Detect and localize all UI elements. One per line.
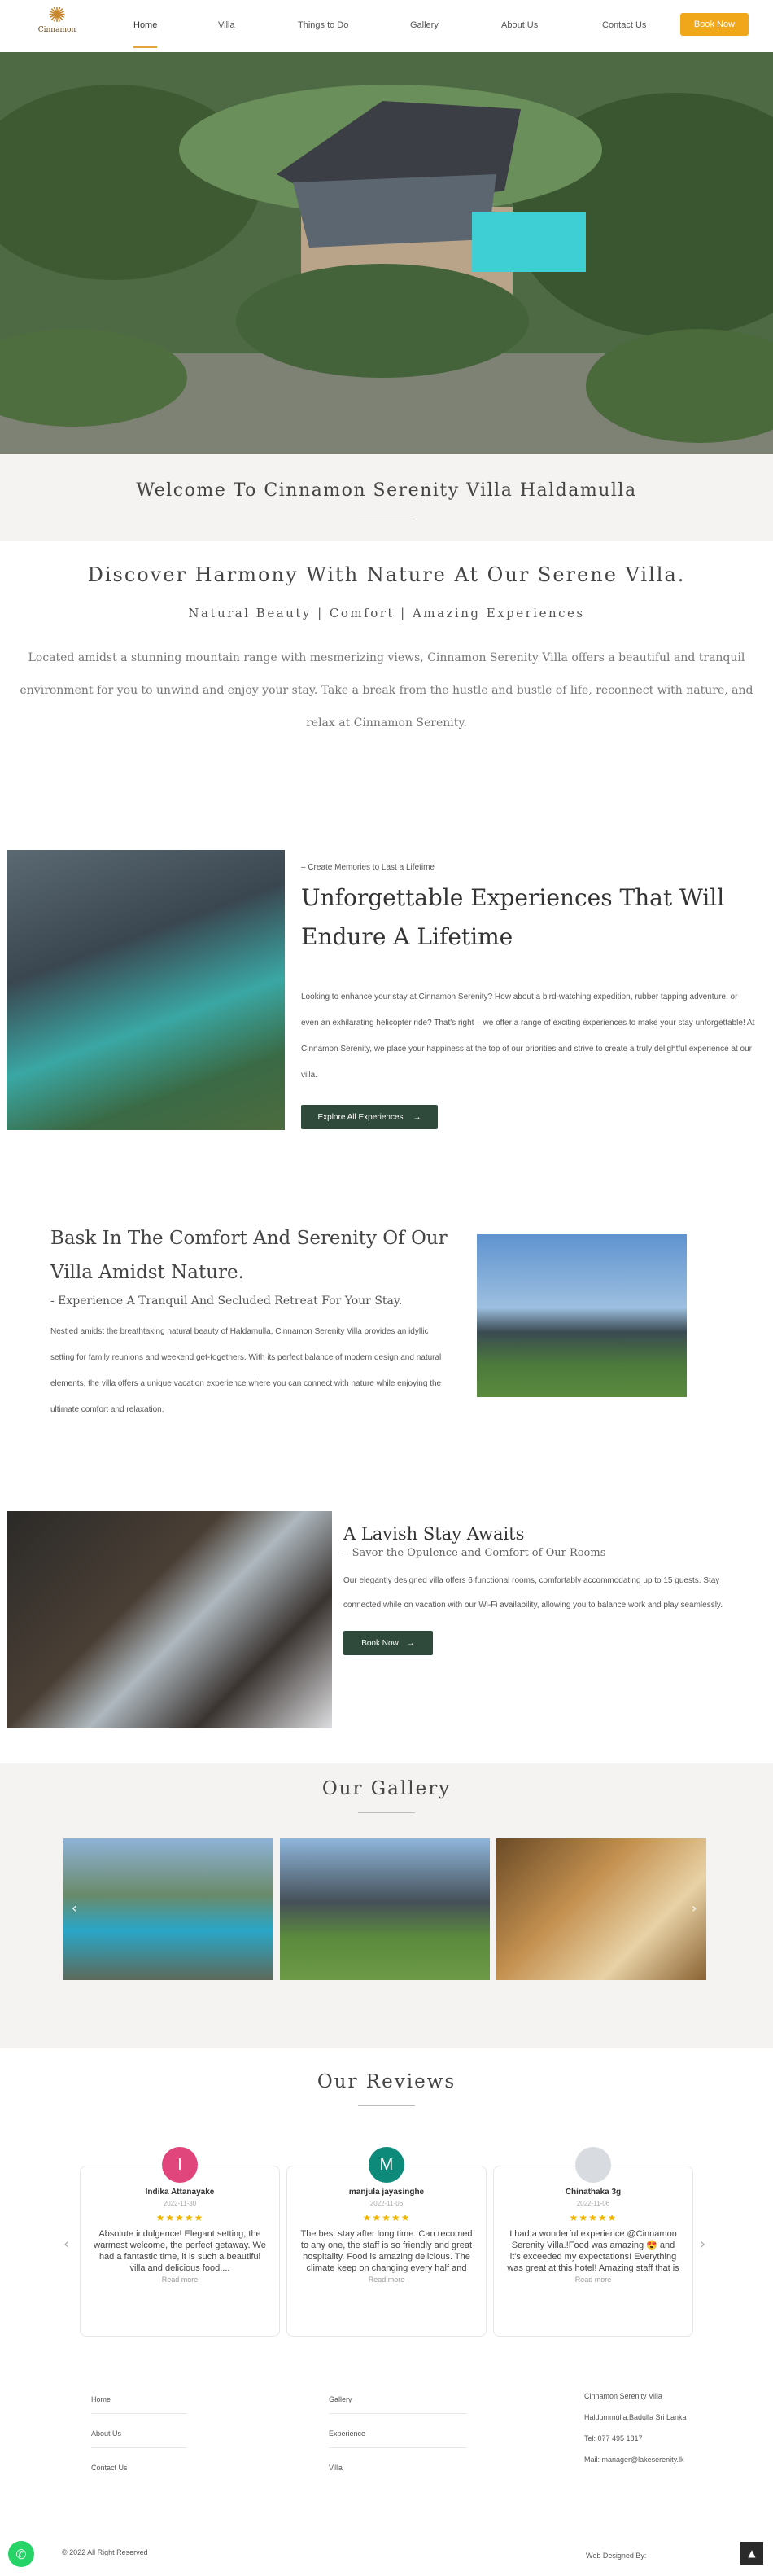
lavish-paragraph: Our elegantly designed villa offers 6 fu… (343, 1576, 723, 1610)
rating-stars: ★★★★★ (569, 2212, 618, 2223)
review-date: 2022-11-06 (369, 2200, 404, 2207)
divider (329, 2447, 467, 2448)
reviewer-name: manjula jayasinghe (348, 2188, 425, 2197)
nav-item-things-to-do[interactable]: Things to Do (298, 20, 348, 30)
nav-item-villa[interactable]: Villa (218, 20, 235, 30)
review-card: Chinathaka 3g 2022-11-06 ★★★★★ I had a w… (493, 2147, 693, 2337)
reviews-title: Our Reviews (317, 2071, 456, 2092)
divider (358, 2105, 415, 2106)
review-text: The best stay after long time. Can recom… (300, 2229, 473, 2273)
divider (329, 2413, 467, 2414)
hero-villa-aerial-image (0, 52, 773, 454)
lavish-block: A Lavish Stay Awaits – Savor the Opulenc… (343, 1524, 758, 1655)
book-now-button[interactable]: Book Now (680, 13, 749, 36)
footer-link-villa[interactable]: Villa (329, 2464, 343, 2472)
footer-link-home[interactable]: Home (91, 2395, 111, 2403)
intro-subheading: Natural Beauty | Comfort | Amazing Exper… (188, 606, 585, 620)
bask-heading: Bask In The Comfort And Serenity Of Our … (50, 1228, 448, 1283)
experiences-heading: Unforgettable Experiences That Will Endu… (301, 884, 725, 950)
read-more-link[interactable]: Read more (494, 2276, 692, 2284)
read-more-link[interactable]: Read more (287, 2276, 486, 2284)
reviewer-avatar: M (369, 2147, 404, 2183)
whatsapp-icon[interactable]: ✆ (8, 2541, 34, 2567)
reviewer-avatar: I (162, 2147, 198, 2183)
lavish-book-now-button[interactable]: Book Now → (343, 1631, 433, 1655)
experiences-kicker: – Create Memories to Last a Lifetime (301, 863, 435, 872)
site-logo[interactable]: ✺ Cinnamon (36, 5, 78, 35)
top-navbar: ✺ Cinnamon Home Villa Things to Do Galle… (0, 0, 773, 52)
footer: Home About Us Contact Us Gallery Experie… (0, 2358, 773, 2576)
experiences-paragraph: Looking to enhance your stay at Cinnamon… (301, 992, 755, 1080)
review-card: M manjula jayasinghe 2022-11-06 ★★★★★ Th… (286, 2147, 487, 2337)
explore-button-label: Explore All Experiences (317, 1112, 404, 1122)
review-date: 2022-11-06 (576, 2200, 610, 2207)
gallery-image-villa[interactable] (280, 1838, 490, 1980)
bedroom-image (7, 1511, 332, 1728)
read-more-link[interactable]: Read more (81, 2276, 279, 2284)
divider (91, 2413, 187, 2414)
footer-link-experience[interactable]: Experience (329, 2429, 365, 2438)
lavish-book-now-label: Book Now (361, 1638, 399, 1648)
reviews-section: Our Reviews I Indika Attanayake 2022-11-… (0, 2048, 773, 2358)
welcome-band: Welcome To Cinnamon Serenity Villa Halda… (0, 454, 773, 541)
footer-link-contact-us[interactable]: Contact Us (91, 2464, 128, 2472)
review-date: 2022-11-30 (163, 2200, 197, 2207)
reviewer-avatar (575, 2147, 611, 2183)
logo-text: Cinnamon (37, 26, 76, 34)
intro-section: Discover Harmony With Nature At Our Sere… (0, 541, 773, 739)
web-designer-credit: Web Designed By: (586, 2552, 647, 2560)
review-card: I Indika Attanayake 2022-11-30 ★★★★★ Abs… (80, 2147, 280, 2337)
nav-item-gallery[interactable]: Gallery (410, 20, 439, 30)
lavish-heading: A Lavish Stay Awaits (343, 1524, 525, 1544)
review-text: I had a wonderful experience @Cinnamon S… (507, 2229, 679, 2273)
rating-stars: ★★★★★ (362, 2212, 411, 2223)
copyright-text: © 2022 All Right Reserved (62, 2548, 148, 2556)
bask-subheading: - Experience A Tranquil And Secluded Ret… (50, 1295, 403, 1308)
cinnamon-flower-icon: ✺ (48, 3, 66, 28)
nav-item-home[interactable]: Home (133, 20, 158, 48)
footer-email[interactable]: Mail: manager@lakeserenity.lk (584, 2456, 684, 2464)
footer-link-about-us[interactable]: About Us (91, 2429, 121, 2438)
experiences-block: – Create Memories to Last a Lifetime Unf… (301, 863, 757, 1129)
reviews-prev-arrow-icon[interactable]: ‹ (63, 2236, 69, 2253)
reviews-next-arrow-icon[interactable]: › (700, 2236, 705, 2253)
gallery-prev-arrow-icon[interactable]: ‹ (72, 1900, 76, 1916)
rating-stars: ★★★★★ (155, 2212, 204, 2223)
gallery-next-arrow-icon[interactable]: › (692, 1900, 697, 1916)
review-text: Absolute indulgence! Elegant setting, th… (94, 2229, 266, 2273)
arrow-right-icon: → (406, 1638, 415, 1648)
gallery-image-bathroom[interactable] (496, 1838, 706, 1980)
nav-item-about-us[interactable]: About Us (501, 20, 538, 30)
bask-block: Bask In The Comfort And Serenity Of Our … (50, 1221, 449, 1423)
gallery-image-pool[interactable] (63, 1838, 273, 1980)
lavish-subheading: – Savor the Opulence and Comfort of Our … (343, 1547, 606, 1559)
gallery-title: Our Gallery (321, 1778, 452, 1799)
footer-villa-name: Cinnamon Serenity Villa (584, 2392, 662, 2400)
experience-villa-pool-image (7, 850, 285, 1130)
gallery-section: Our Gallery ‹ › (0, 1763, 773, 2048)
nav-item-contact-us[interactable]: Contact Us (602, 20, 646, 30)
divider (358, 1812, 415, 1813)
intro-heading: Discover Harmony With Nature At Our Sere… (87, 563, 686, 586)
hero-illustration (0, 52, 773, 454)
footer-address: Haldummulla,Badulla Sri Lanka (584, 2413, 687, 2421)
footer-phone[interactable]: Tel: 077 495 1817 (584, 2434, 643, 2442)
welcome-title: Welcome To Cinnamon Serenity Villa Halda… (136, 480, 637, 501)
intro-paragraph: Located amidst a stunning mountain range… (20, 651, 753, 729)
footer-link-gallery[interactable]: Gallery (329, 2395, 352, 2403)
explore-experiences-button[interactable]: Explore All Experiences → (301, 1105, 438, 1129)
divider (91, 2447, 187, 2448)
reviewer-name: Chinathaka 3g (565, 2188, 622, 2197)
reviewer-name: Indika Attanayake (145, 2188, 215, 2197)
villa-exterior-image (477, 1234, 687, 1397)
bask-paragraph: Nestled amidst the breathtaking natural … (50, 1327, 442, 1414)
back-to-top-icon[interactable]: ▲ (740, 2542, 763, 2565)
arrow-right-icon: → (413, 1112, 421, 1122)
